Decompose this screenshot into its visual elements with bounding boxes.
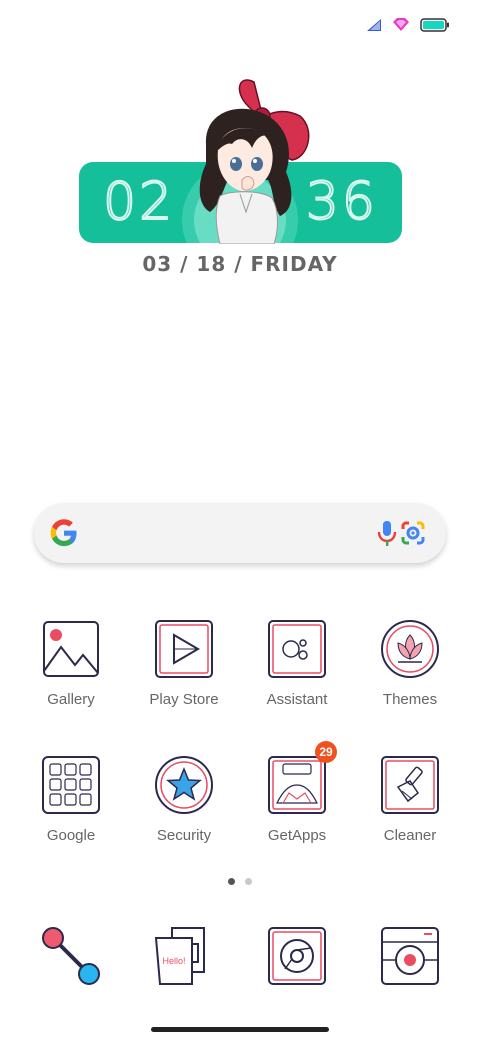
anime-girl-illustration [199,79,310,244]
dock-camera[interactable] [354,924,466,988]
app-assistant[interactable]: Assistant [241,619,353,708]
app-play-store[interactable]: Play Store [128,619,240,708]
dock-messages[interactable]: Hello! [128,924,240,988]
date-label: 03 / 18 / FRIDAY [142,252,338,276]
app-label: Themes [382,691,438,708]
app-label: Google [46,827,96,844]
app-themes[interactable]: Themes [354,619,466,708]
play-store-icon [155,620,213,678]
dock-chrome[interactable] [241,924,353,988]
camera-icon [381,927,439,985]
page-indicator[interactable] [228,878,252,885]
page-dot-2[interactable] [245,878,252,885]
app-label: GetApps [267,827,327,844]
assistant-icon [268,620,326,678]
clock-minutes: 36 [305,171,378,233]
page-dot-1[interactable] [228,878,235,885]
app-label: Play Store [149,691,219,708]
battery-icon [420,18,449,32]
google-search-bar[interactable] [34,503,446,563]
wifi-icon [393,18,409,31]
status-bar [366,18,450,32]
app-security[interactable]: Security [128,755,240,844]
gallery-icon [43,621,99,677]
google-folder-icon [42,756,100,814]
themes-icon [381,620,439,678]
app-label: Gallery [47,691,95,708]
app-label: Assistant [266,691,328,708]
app-gallery[interactable]: Gallery [15,619,127,708]
messages-hello-text: Hello! [162,956,185,966]
cleaner-icon [381,756,439,814]
messages-icon: Hello! [154,927,205,985]
notification-badge: 29 [315,741,337,763]
google-lens-icon[interactable] [400,520,426,546]
phone-icon [42,927,100,985]
getapps-icon [268,756,326,814]
app-getapps[interactable]: 29 GetApps [241,741,353,844]
security-icon [155,756,213,814]
microphone-icon[interactable] [377,519,397,547]
signal-icon [367,19,381,31]
app-label: Security [156,827,212,844]
google-g-icon [50,519,77,547]
app-cleaner[interactable]: Cleaner [354,755,466,844]
home-indicator[interactable] [151,1027,329,1032]
app-label: Cleaner [383,827,437,844]
chrome-icon [268,927,326,985]
dock-phone[interactable] [15,924,127,988]
app-google-folder[interactable]: Google [15,755,127,844]
clock-hours: 02 [102,171,176,233]
